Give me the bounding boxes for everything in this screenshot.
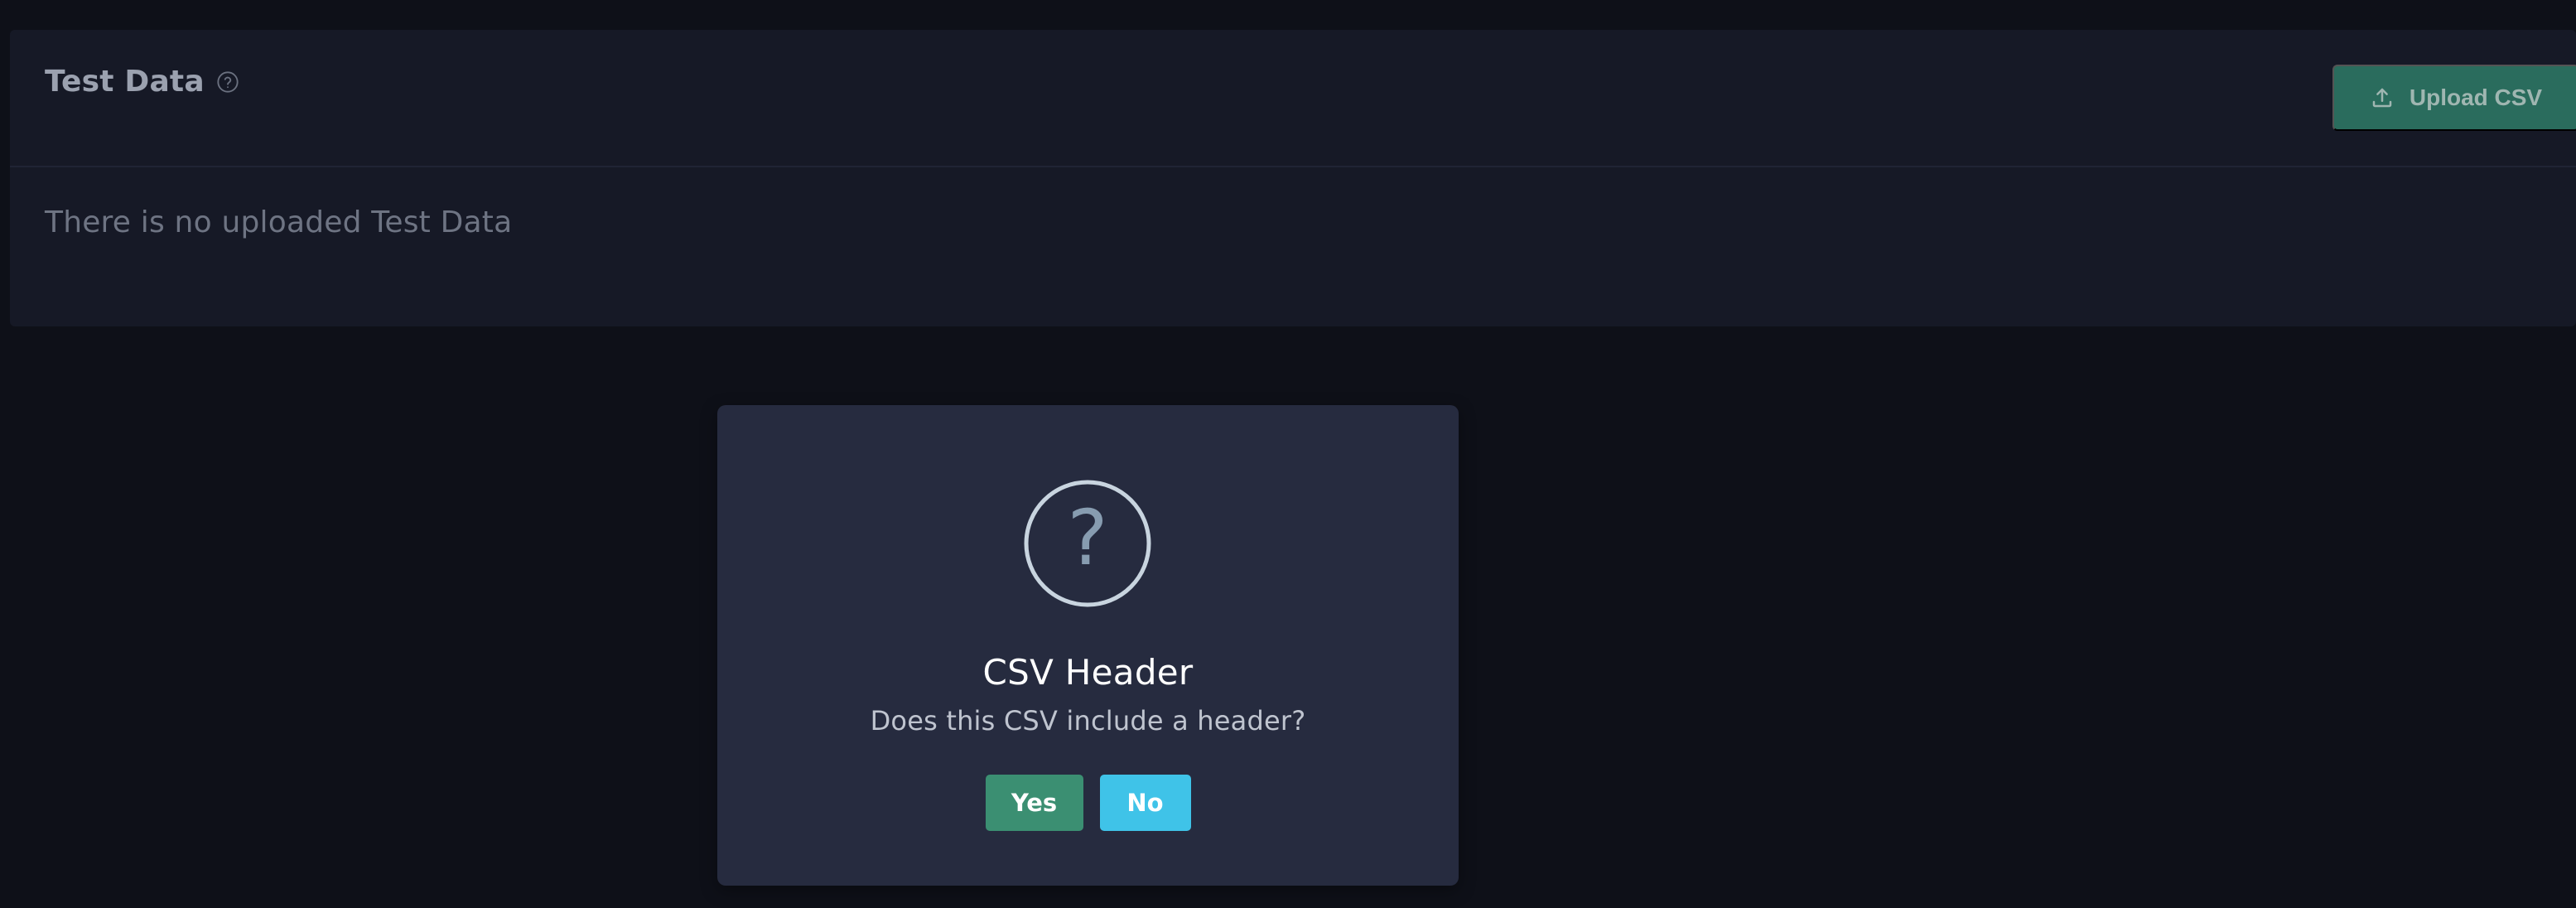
no-button[interactable]: No [1099, 775, 1191, 831]
upload-csv-label: Upload CSV [2409, 85, 2543, 110]
dialog-message: Does this CSV include a header? [870, 705, 1306, 737]
test-data-card: Test Data Upload CSV There is no uploade… [10, 30, 2576, 326]
card-title-group: Test Data [45, 65, 239, 99]
csv-header-dialog: ? CSV Header Does this CSV include a hea… [717, 405, 1459, 886]
dialog-title: CSV Header [982, 652, 1194, 693]
upload-icon [2370, 85, 2395, 110]
upload-csv-button[interactable]: Upload CSV [2332, 65, 2576, 131]
yes-button[interactable]: Yes [985, 775, 1083, 831]
dialog-icon-glyph: ? [1068, 494, 1108, 582]
card-title: Test Data [45, 65, 205, 99]
dialog-actions: Yes No [717, 775, 1459, 831]
empty-state-message: There is no uploaded Test Data [45, 205, 513, 239]
question-circle-icon: ? [1024, 480, 1151, 607]
card-header: Test Data Upload CSV [10, 30, 2576, 167]
help-icon[interactable] [216, 70, 239, 94]
